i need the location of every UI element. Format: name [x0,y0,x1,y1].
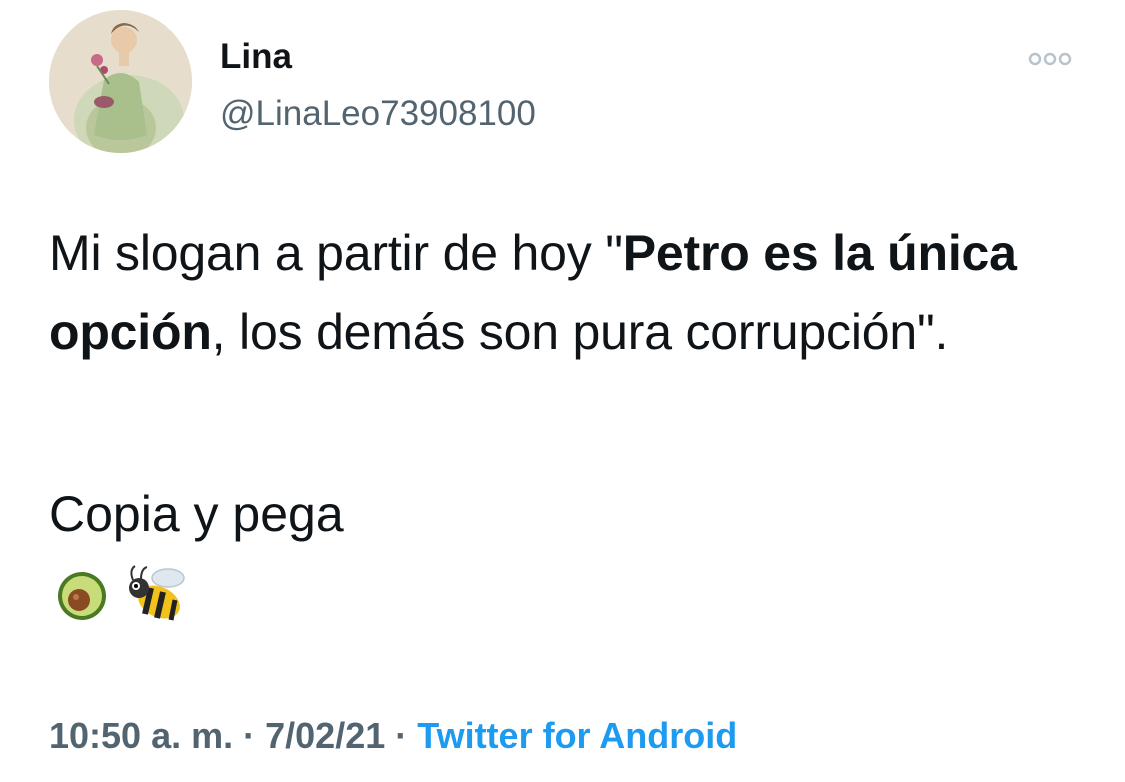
user-handle[interactable]: @LinaLeo73908100 [220,92,536,136]
tweet-text: Mi slogan a partir de hoy "Petro es la ú… [49,214,1109,372]
meta-separator: · [395,715,408,756]
tweet-text-part: , los demás son pura corrupción". [211,304,949,360]
avocado-icon [58,572,106,620]
more-options-button[interactable] [1020,42,1080,76]
tweet-date[interactable]: 7/02/21 [265,715,385,756]
tweet-meta: 10:50 a. m. · 7/02/21 · Twitter for Android [49,712,737,760]
more-icon [1028,52,1072,66]
tweet-time[interactable]: 10:50 a. m. [49,715,233,756]
avatar[interactable] [49,10,192,153]
display-name[interactable]: Lina [220,36,536,78]
tweet-card: Lina @LinaLeo73908100 Mi slogan a partir… [0,0,1125,782]
bee-icon [129,565,185,621]
meta-separator: · [243,715,256,756]
author-info[interactable]: Lina @LinaLeo73908100 [220,36,536,136]
tweet-text-line2: Copia y pega [49,486,344,542]
tweet-source-link[interactable]: Twitter for Android [417,715,737,756]
tweet-text-part: Mi slogan a partir de hoy " [49,225,623,281]
emoji-row [49,560,189,626]
avatar-image [49,10,192,153]
